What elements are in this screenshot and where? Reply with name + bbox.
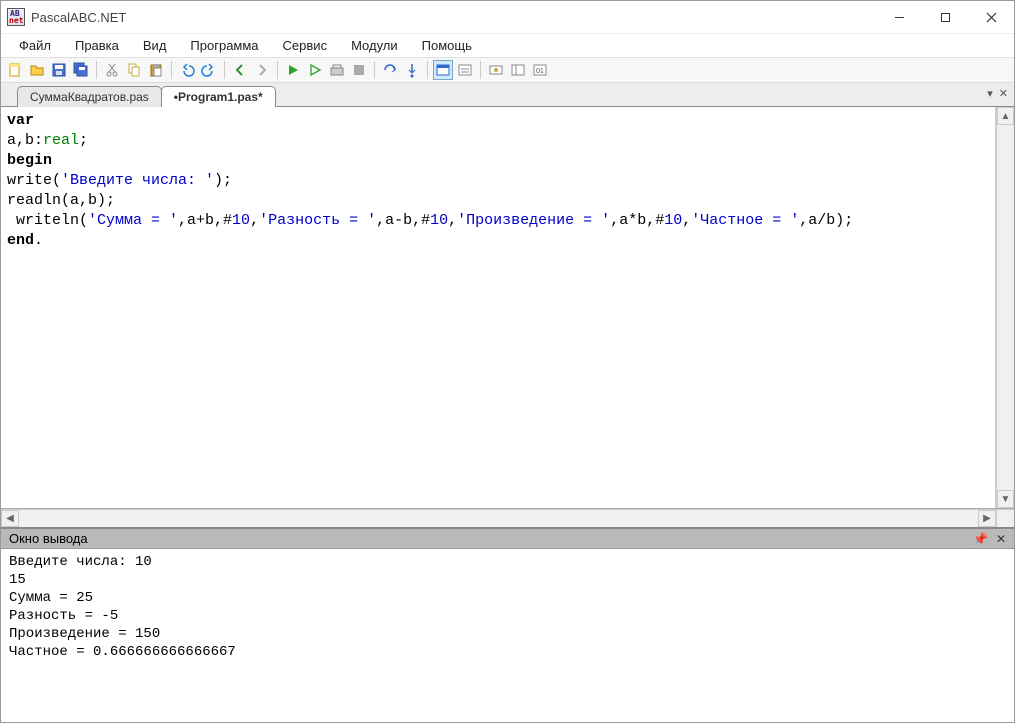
tab-program1[interactable]: •Program1.pas* [161, 86, 276, 107]
menu-view[interactable]: Вид [133, 36, 177, 55]
scroll-down-icon[interactable]: ▼ [997, 490, 1014, 508]
app-icon [7, 8, 25, 26]
output-title: Окно вывода [9, 531, 88, 546]
minimize-button[interactable] [876, 2, 922, 32]
menu-edit[interactable]: Правка [65, 36, 129, 55]
pin-icon[interactable]: 📌 [973, 532, 988, 546]
menu-program[interactable]: Программа [180, 36, 268, 55]
stop-button[interactable] [349, 60, 369, 80]
scroll-left-icon[interactable]: ◀ [1, 510, 19, 527]
tab-close-icon[interactable]: ✕ [999, 87, 1008, 100]
output-text[interactable]: Введите числа: 10 15 Сумма = 25 Разность… [1, 549, 1014, 722]
run-button[interactable] [283, 60, 303, 80]
title-bar: PascalABC.NET [1, 1, 1014, 33]
paste-button[interactable] [146, 60, 166, 80]
copy-button[interactable] [124, 60, 144, 80]
compile-button[interactable] [327, 60, 347, 80]
file-tabstrip: СуммаКвадратов.pas •Program1.pas* ▾ ✕ [1, 83, 1014, 107]
menu-bar: Файл Правка Вид Программа Сервис Модули … [1, 33, 1014, 57]
toolbar: 01 [1, 57, 1014, 83]
new-file-button[interactable] [5, 60, 25, 80]
save-all-button[interactable] [71, 60, 91, 80]
editor-horizontal-scrollbar[interactable]: ◀ ▶ [1, 509, 1014, 527]
menu-service[interactable]: Сервис [273, 36, 338, 55]
disassembly-button[interactable]: 01 [530, 60, 550, 80]
scroll-up-icon[interactable]: ▲ [997, 107, 1014, 125]
output-panel: Окно вывода 📌 ✕ Введите числа: 10 15 Сум… [1, 527, 1014, 722]
watch-button[interactable] [486, 60, 506, 80]
nav-back-button[interactable] [230, 60, 250, 80]
scroll-right-icon[interactable]: ▶ [978, 510, 996, 527]
menu-modules[interactable]: Модули [341, 36, 408, 55]
tab-dropdown-icon[interactable]: ▾ [987, 87, 993, 100]
undo-button[interactable] [177, 60, 197, 80]
error-list-button[interactable] [455, 60, 475, 80]
menu-help[interactable]: Помощь [412, 36, 482, 55]
window-title: PascalABC.NET [31, 10, 126, 25]
code-editor[interactable]: var a,b:real; begin write('Введите числа… [1, 107, 996, 508]
run-no-debug-button[interactable] [305, 60, 325, 80]
editor-vertical-scrollbar[interactable]: ▲ ▼ [996, 107, 1014, 508]
tab-summakvadratov[interactable]: СуммаКвадратов.pas [17, 86, 162, 107]
step-over-button[interactable] [380, 60, 400, 80]
save-button[interactable] [49, 60, 69, 80]
open-file-button[interactable] [27, 60, 47, 80]
menu-file[interactable]: Файл [9, 36, 61, 55]
svg-text:01: 01 [536, 68, 544, 75]
step-into-button[interactable] [402, 60, 422, 80]
output-close-icon[interactable]: ✕ [996, 532, 1006, 546]
output-window-button[interactable] [433, 60, 453, 80]
nav-forward-button[interactable] [252, 60, 272, 80]
redo-button[interactable] [199, 60, 219, 80]
output-header: Окно вывода 📌 ✕ [1, 529, 1014, 549]
maximize-button[interactable] [922, 2, 968, 32]
locals-button[interactable] [508, 60, 528, 80]
close-button[interactable] [968, 2, 1014, 32]
cut-button[interactable] [102, 60, 122, 80]
